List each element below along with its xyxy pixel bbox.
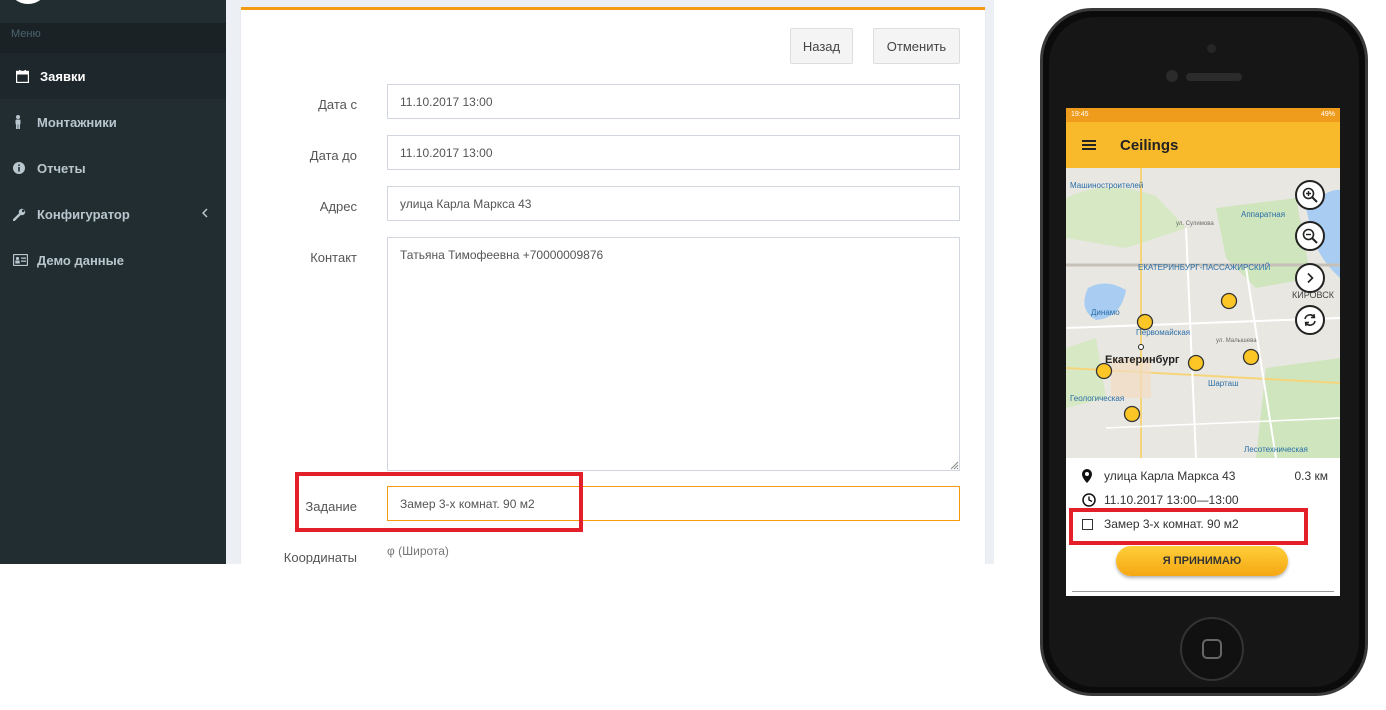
phone-screen: 19:45 49% Ceilings Машиностроителей Аппа… [1066, 108, 1340, 596]
request-edit-form: Назад Отменить Дата с 11.10.2017 13:00 Д… [241, 7, 985, 564]
card-time: 11.10.2017 13:00—13:00 [1104, 493, 1239, 507]
map-view[interactable]: Машиностроителей Аппаратная ЕКАТЕРИНБУРГ… [1066, 168, 1340, 458]
card-task-row[interactable]: Замер 3-х комнат. 90 м2 [1082, 517, 1239, 531]
address-input[interactable]: улица Карла Маркса 43 [387, 186, 960, 221]
map-marker [1095, 362, 1113, 380]
sidebar-item-label: Заявки [40, 68, 86, 84]
back-button[interactable]: Назад [790, 28, 853, 64]
card-task: Замер 3-х комнат. 90 м2 [1104, 517, 1239, 531]
home-square-icon [1202, 639, 1222, 659]
wrench-icon [13, 208, 37, 221]
map-marker [1136, 313, 1154, 331]
contact-textarea[interactable]: Татьяна Тимофеевна +70000009876 [387, 237, 960, 471]
sidebar-item-label: Демо данные [37, 252, 124, 268]
contact-label: Контакт [310, 250, 357, 265]
user-avatar[interactable] [10, 0, 46, 4]
card-address: улица Карла Маркса 43 [1104, 469, 1236, 483]
map-marker [1187, 354, 1205, 372]
status-battery: 49% [1320, 111, 1335, 118]
refresh-icon [1304, 313, 1316, 327]
front-camera [1207, 44, 1216, 53]
speaker [1186, 73, 1242, 81]
sidebar-item-label: Конфигуратор [37, 206, 130, 222]
zoom-in-button[interactable] [1295, 180, 1325, 210]
hamburger-menu-icon[interactable] [1082, 138, 1096, 152]
cancel-button[interactable]: Отменить [873, 28, 960, 64]
sensor [1166, 70, 1178, 82]
refresh-button[interactable] [1295, 305, 1325, 335]
sidebar-item-reports[interactable]: Отчеты [0, 145, 226, 191]
sidebar-item-label: Отчеты [37, 160, 86, 176]
divider [1072, 591, 1334, 592]
status-bar: 19:45 49% [1066, 108, 1340, 122]
date-to-label: Дата до [309, 148, 357, 163]
person-icon [13, 115, 37, 129]
map-marker [1123, 405, 1141, 423]
sidebar-item-installers[interactable]: Монтажники [0, 99, 226, 145]
app-toolbar: Ceilings [1066, 122, 1340, 168]
coordinates-label: Координаты [283, 550, 357, 564]
chevron-right-icon [1307, 272, 1314, 284]
zoom-out-icon [1302, 228, 1318, 244]
sidebar: Меню Заявки Монтажники Отчеты Конфигурат… [0, 0, 226, 564]
sidebar-item-configurator[interactable]: Конфигуратор [0, 191, 226, 237]
latitude-placeholder: φ (Широта) [387, 544, 449, 558]
zoom-in-icon [1302, 187, 1318, 203]
card-distance: 0.3 км [1294, 469, 1328, 483]
app-title: Ceilings [1120, 136, 1179, 154]
calendar-icon [16, 69, 40, 83]
sidebar-item-requests[interactable]: Заявки [0, 53, 226, 99]
task-label: Задание [305, 499, 357, 514]
map-marker [1220, 292, 1238, 310]
map-marker [1242, 348, 1260, 366]
date-from-input[interactable]: 11.10.2017 13:00 [387, 84, 960, 119]
task-checkbox[interactable] [1082, 518, 1104, 530]
sidebar-header: Меню [0, 23, 226, 53]
resize-handle-icon[interactable] [950, 461, 959, 470]
request-card: улица Карла Маркса 43 0.3 км 11.10.2017 … [1066, 458, 1340, 596]
info-icon [13, 162, 37, 174]
clock-icon [1082, 493, 1104, 507]
sidebar-item-label: Монтажники [37, 114, 117, 130]
sidebar-item-demo-data[interactable]: Демо данные [0, 237, 226, 283]
date-to-input[interactable]: 11.10.2017 13:00 [387, 135, 960, 170]
next-button[interactable] [1295, 263, 1325, 293]
date-from-label: Дата с [318, 97, 357, 112]
home-button[interactable] [1180, 617, 1244, 681]
chevron-left-icon [201, 206, 208, 221]
card-address-row: улица Карла Маркса 43 [1082, 469, 1235, 483]
location-pin-icon [1082, 469, 1104, 483]
accept-button[interactable]: Я ПРИНИМАЮ [1116, 546, 1288, 576]
admin-panel: Меню Заявки Монтажники Отчеты Конфигурат… [0, 0, 994, 564]
address-label: Адрес [319, 199, 357, 214]
current-location-dot [1138, 344, 1144, 350]
card-time-row: 11.10.2017 13:00—13:00 [1082, 493, 1239, 507]
task-input[interactable]: Замер 3-х комнат. 90 м2 [387, 486, 960, 521]
status-time: 19:45 [1071, 111, 1089, 118]
zoom-out-button[interactable] [1295, 221, 1325, 251]
id-card-icon [13, 254, 37, 266]
